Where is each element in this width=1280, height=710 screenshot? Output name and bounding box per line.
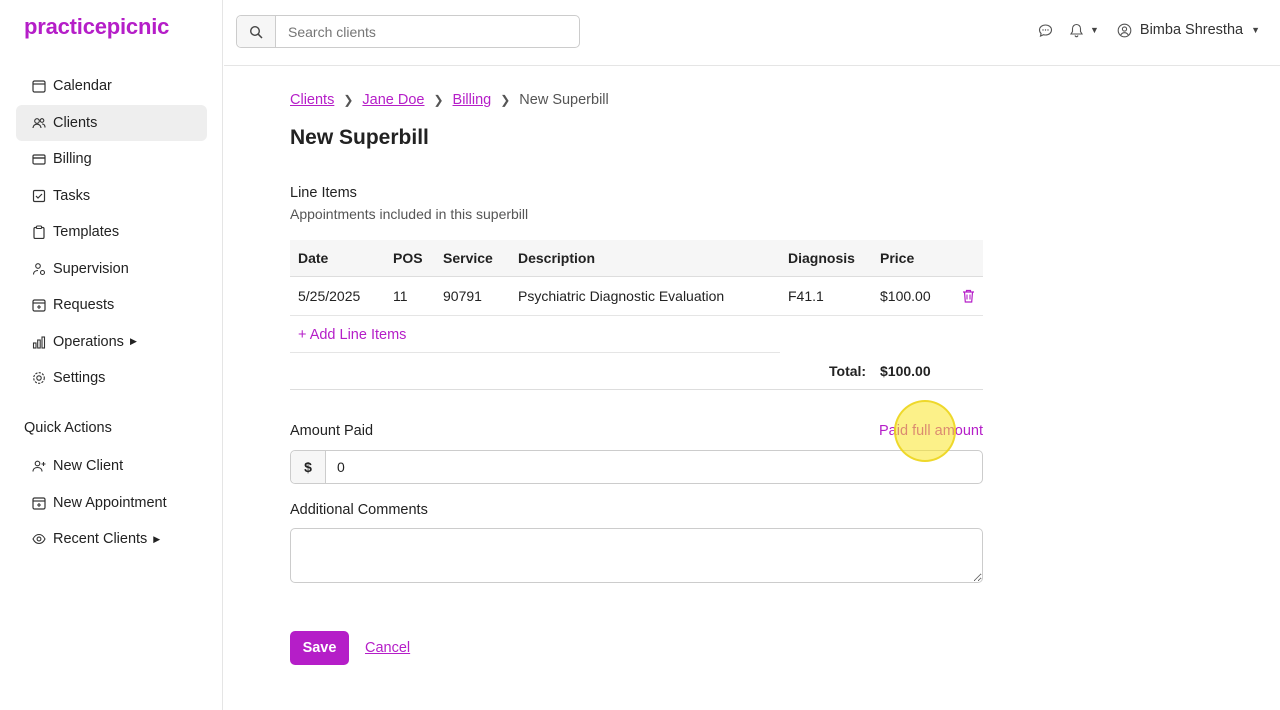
line-items-table: Date POS Service Description Diagnosis P… [290, 240, 983, 390]
user-avatar-icon [1117, 23, 1132, 38]
add-row: + Add Line Items [290, 316, 983, 353]
sidebar-item-label: Supervision [53, 260, 129, 277]
chevron-right-icon: ❯ [500, 93, 511, 107]
column-header-pos: POS [393, 250, 423, 266]
search-icon[interactable] [237, 16, 276, 47]
sidebar-item-templates[interactable]: Templates [16, 214, 207, 250]
sidebar-item-operations[interactable]: Operations ▶ [16, 324, 207, 360]
search-box [236, 15, 580, 48]
bell-icon [1069, 23, 1084, 38]
column-header-price: Price [880, 250, 915, 266]
cell-description: Psychiatric Diagnostic Evaluation [518, 288, 725, 304]
paid-full-amount-link[interactable]: Paid full amount [879, 423, 983, 439]
add-line-items-button[interactable]: + Add Line Items [298, 316, 406, 353]
cell-diagnosis: F41.1 [788, 288, 824, 304]
notifications-button[interactable]: ▼ [1069, 23, 1099, 38]
quick-action-recent-clients[interactable]: Recent Clients ▶ [16, 521, 207, 557]
cell-date: 5/25/2025 [298, 288, 361, 304]
quick-actions: New Client New Appointment Recent Client… [16, 448, 207, 558]
sidebar-item-requests[interactable]: Requests [16, 287, 207, 323]
breadcrumb-current: New Superbill [519, 92, 609, 108]
cell-pos: 11 [393, 288, 408, 304]
user-menu[interactable]: Bimba Shrestha ▼ [1117, 22, 1260, 38]
sidebar-item-clients[interactable]: Clients [16, 104, 207, 141]
amount-paid-input[interactable] [326, 451, 982, 483]
page-title: New Superbill [290, 126, 429, 149]
eye-icon [32, 532, 46, 546]
sidebar-nav: Calendar Clients Billing Tasks Templates [16, 68, 207, 397]
amount-paid-label: Amount Paid [290, 423, 374, 439]
breadcrumb-billing[interactable]: Billing [453, 92, 492, 108]
chevron-down-icon: ▼ [1251, 25, 1260, 35]
user-gear-icon [32, 262, 46, 276]
sidebar-item-label: Clients [53, 114, 98, 131]
search-input[interactable] [276, 16, 579, 47]
total-value: $100.00 [880, 363, 931, 379]
sidebar-item-label: Operations [53, 333, 124, 350]
table-row: 5/25/2025 11 90791 Psychiatric Diagnosti… [290, 277, 983, 316]
sidebar-item-label: Settings [53, 370, 106, 386]
sidebar-item-settings[interactable]: Settings [16, 360, 207, 396]
breadcrumb-clients[interactable]: Clients [290, 92, 334, 108]
quick-action-label: New Client [53, 458, 124, 474]
column-header-description: Description [518, 250, 596, 266]
quick-actions-title: Quick Actions [24, 420, 112, 436]
sidebar-item-label: Billing [53, 151, 92, 167]
section-subtitle: Appointments included in this superbill [290, 206, 529, 222]
sidebar-item-supervision[interactable]: Supervision [16, 251, 207, 287]
sidebar-item-tasks[interactable]: Tasks [16, 178, 207, 214]
caret-right-icon: ▶ [129, 336, 137, 346]
table-header: Date POS Service Description Diagnosis P… [290, 240, 983, 277]
calendar-icon [32, 79, 46, 93]
trash-icon [962, 289, 975, 303]
sidebar-item-label: Requests [53, 297, 115, 313]
sidebar-item-calendar[interactable]: Calendar [16, 68, 207, 104]
delete-row-button[interactable] [962, 277, 975, 315]
calendar-plus-icon [32, 496, 46, 510]
quick-action-label: New Appointment [53, 494, 167, 511]
caret-right-icon: ▶ [153, 533, 161, 544]
sidebar-item-billing[interactable]: Billing [16, 141, 207, 177]
currency-prefix: $ [291, 451, 326, 483]
topbar-actions: ▼ Bimba Shrestha ▼ [1038, 22, 1260, 38]
column-header-service: Service [443, 250, 493, 266]
cell-service: 90791 [443, 288, 482, 304]
sidebar: practicepicnic Calendar Clients Billing … [0, 0, 223, 710]
additional-comments-label: Additional Comments [290, 502, 428, 518]
chevron-down-icon: ▼ [1089, 25, 1099, 35]
additional-comments-textarea[interactable] [290, 528, 983, 583]
app-logo[interactable]: practicepicnic [24, 14, 169, 40]
gear-icon [32, 371, 46, 385]
calendar-plus-icon [32, 298, 46, 312]
topbar: ▼ Bimba Shrestha ▼ [224, 0, 1280, 66]
users-icon [32, 116, 46, 130]
breadcrumb: Clients ❯ Jane Doe ❯ Billing ❯ New Superbill [290, 92, 609, 108]
sidebar-item-label: Calendar [53, 78, 112, 94]
user-name: Bimba Shrestha [1139, 22, 1244, 38]
chat-icon[interactable] [1038, 23, 1053, 38]
checkbox-icon [32, 189, 46, 203]
breadcrumb-client-name[interactable]: Jane Doe [362, 92, 424, 108]
quick-action-new-appointment[interactable]: New Appointment [16, 485, 207, 521]
chevron-right-icon: ❯ [343, 93, 354, 107]
quick-action-new-client[interactable]: New Client [16, 448, 207, 484]
bar-chart-icon [32, 335, 46, 349]
column-header-diagnosis: Diagnosis [788, 250, 855, 266]
section-title: Line Items [290, 185, 357, 201]
user-plus-icon [32, 459, 46, 473]
clipboard-icon [32, 225, 46, 239]
total-row: Total: $100.00 [290, 353, 983, 390]
credit-card-icon [32, 152, 46, 166]
total-label: Total: [829, 363, 867, 379]
amount-paid-field: $ [290, 450, 983, 484]
cell-price: $100.00 [880, 288, 931, 304]
sidebar-item-label: Tasks [53, 187, 91, 204]
save-button[interactable]: Save [290, 631, 349, 665]
chevron-right-icon: ❯ [433, 93, 444, 107]
sidebar-item-label: Templates [53, 224, 120, 240]
cancel-link[interactable]: Cancel [365, 640, 410, 656]
column-header-date: Date [298, 250, 329, 266]
quick-action-label: Recent Clients [53, 531, 148, 547]
